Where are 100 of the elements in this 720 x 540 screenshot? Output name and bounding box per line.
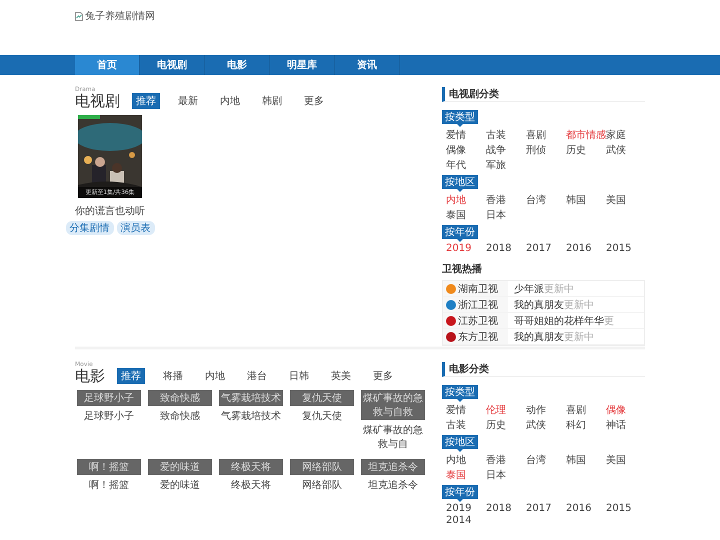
filter-link[interactable]: 泰国 bbox=[446, 468, 486, 482]
filter-link[interactable]: 神话 bbox=[606, 418, 646, 432]
filter-link[interactable]: 2014 bbox=[446, 515, 486, 526]
filter-link[interactable]: 香港 bbox=[486, 453, 526, 467]
broken-image[interactable]: 终极天将 bbox=[219, 459, 283, 475]
filter-link[interactable]: 爱情 bbox=[446, 403, 486, 417]
section-tab[interactable]: 内地 bbox=[216, 93, 244, 109]
section-tab[interactable]: 更多 bbox=[369, 368, 397, 384]
movie-title[interactable]: 煤矿事故的急救与自 bbox=[359, 423, 427, 451]
filter-link[interactable]: 爱情 bbox=[446, 128, 486, 142]
filter-link[interactable]: 2017 bbox=[526, 243, 566, 254]
site-logo[interactable]: 兔子养殖剧情网 bbox=[75, 9, 155, 23]
movie-title[interactable]: 致命快感 bbox=[160, 409, 200, 423]
filter-link[interactable]: 2015 bbox=[606, 503, 646, 514]
filter-link[interactable]: 喜剧 bbox=[566, 403, 606, 417]
section-tab[interactable]: 英美 bbox=[327, 368, 355, 384]
filter-link[interactable]: 古装 bbox=[486, 128, 526, 142]
movie-title[interactable]: 网络部队 bbox=[302, 478, 342, 492]
broken-image[interactable]: 爱的味道 bbox=[148, 459, 212, 475]
nav-tab[interactable]: 首页 bbox=[75, 55, 140, 75]
filter-link[interactable]: 都市情感 bbox=[566, 128, 606, 142]
filter-link[interactable]: 军旅 bbox=[486, 158, 526, 172]
section-tab[interactable]: 最新 bbox=[174, 93, 202, 109]
section-tab[interactable]: 更多 bbox=[300, 93, 328, 109]
filter-link[interactable]: 2016 bbox=[566, 503, 606, 514]
filter-link[interactable]: 台湾 bbox=[526, 453, 566, 467]
nav-tab[interactable]: 明星库 bbox=[270, 55, 335, 75]
movie-title[interactable]: 啊！摇篮 bbox=[89, 478, 129, 492]
section-tab[interactable]: 韩剧 bbox=[258, 93, 286, 109]
movie-title[interactable]: 复仇天使 bbox=[302, 409, 342, 423]
broken-image[interactable]: 煤矿事故的急救与自救 bbox=[361, 390, 425, 420]
show-link[interactable]: 演员表 bbox=[116, 221, 154, 235]
show-link[interactable]: 我的真朋友更新中 bbox=[508, 298, 594, 312]
section-tab[interactable]: 港台 bbox=[243, 368, 271, 384]
broken-image-icon bbox=[75, 12, 83, 20]
filter-link[interactable]: 古装 bbox=[446, 418, 486, 432]
filter-link[interactable]: 2015 bbox=[606, 243, 646, 254]
section-tab[interactable]: 推荐 bbox=[132, 93, 160, 109]
filter-link[interactable]: 2018 bbox=[486, 503, 526, 514]
filter-link[interactable]: 年代 bbox=[446, 158, 486, 172]
filter-link[interactable]: 韩国 bbox=[566, 193, 606, 207]
movie-title[interactable]: 气雾栽培技术 bbox=[221, 409, 281, 423]
broken-image[interactable]: 气雾栽培技术 bbox=[219, 390, 283, 406]
broken-image[interactable]: 致命快感 bbox=[148, 390, 212, 406]
filter-link[interactable]: 家庭 bbox=[606, 128, 646, 142]
filter-label: 按类型 bbox=[442, 110, 478, 124]
filter-link[interactable]: 韩国 bbox=[566, 453, 606, 467]
nav-tab[interactable]: 电视剧 bbox=[140, 55, 205, 75]
filter-link[interactable]: 2016 bbox=[566, 243, 606, 254]
show-title[interactable]: 你的谎言也动听 bbox=[75, 204, 145, 218]
filter-link[interactable]: 内地 bbox=[446, 453, 486, 467]
show-link[interactable]: 少年派更新中 bbox=[508, 282, 574, 296]
filter-link[interactable]: 伦理 bbox=[486, 403, 526, 417]
sidebar-title: 电影分类 bbox=[442, 362, 645, 377]
filter-link[interactable]: 内地 bbox=[446, 193, 486, 207]
movie-title[interactable]: 足球野小子 bbox=[84, 409, 134, 423]
movie-title[interactable]: 坦克追杀令 bbox=[368, 478, 418, 492]
filter-link[interactable]: 武侠 bbox=[526, 418, 566, 432]
section-tab[interactable]: 将播 bbox=[159, 368, 187, 384]
nav-tab[interactable]: 电影 bbox=[205, 55, 270, 75]
filter-link[interactable]: 刑侦 bbox=[526, 143, 566, 157]
show-link[interactable]: 我的真朋友更新中 bbox=[508, 330, 594, 344]
broken-image[interactable]: 网络部队 bbox=[290, 459, 354, 475]
filter-link[interactable]: 日本 bbox=[486, 468, 526, 482]
filter-label: 按年份 bbox=[442, 225, 478, 239]
filter-link[interactable]: 美国 bbox=[606, 193, 646, 207]
filter-link[interactable]: 武侠 bbox=[606, 143, 646, 157]
filter-link[interactable]: 日本 bbox=[486, 208, 526, 222]
filter-link[interactable]: 历史 bbox=[566, 143, 606, 157]
filter-link[interactable]: 泰国 bbox=[446, 208, 486, 222]
filter-link[interactable]: 科幻 bbox=[566, 418, 606, 432]
section-tab[interactable]: 日韩 bbox=[285, 368, 313, 384]
filter-link[interactable]: 喜剧 bbox=[526, 128, 566, 142]
broken-image[interactable]: 坦克追杀令 bbox=[361, 459, 425, 475]
broken-image[interactable]: 啊！摇篮 bbox=[77, 459, 141, 475]
show-link[interactable]: 分集剧情 bbox=[66, 221, 114, 235]
filter-link[interactable]: 2019 bbox=[446, 243, 486, 254]
filter-link[interactable]: 台湾 bbox=[526, 193, 566, 207]
filter-label: 按年份 bbox=[442, 485, 478, 499]
show-link[interactable]: 哥哥姐姐的花样年华更 bbox=[508, 314, 614, 328]
filter-link[interactable]: 战争 bbox=[486, 143, 526, 157]
filter-link[interactable]: 动作 bbox=[526, 403, 566, 417]
filter-link[interactable]: 2017 bbox=[526, 503, 566, 514]
nav-tab[interactable]: 资讯 bbox=[335, 55, 400, 75]
filter-link[interactable]: 2019 bbox=[446, 503, 486, 514]
broken-image[interactable]: 足球野小子 bbox=[77, 390, 141, 406]
filter-link[interactable]: 香港 bbox=[486, 193, 526, 207]
section-title: 电视剧 bbox=[75, 93, 120, 109]
filter-link[interactable]: 2018 bbox=[486, 243, 526, 254]
broken-image[interactable]: 复仇天使 bbox=[290, 390, 354, 406]
filter-link[interactable]: 偶像 bbox=[606, 403, 646, 417]
movie-title[interactable]: 爱的味道 bbox=[160, 478, 200, 492]
movie-title[interactable]: 终极天将 bbox=[231, 478, 271, 492]
section-tab[interactable]: 推荐 bbox=[117, 368, 145, 384]
hot-title: 卫视热播 bbox=[442, 262, 483, 276]
filter-link[interactable]: 偶像 bbox=[446, 143, 486, 157]
filter-link[interactable]: 美国 bbox=[606, 453, 646, 467]
section-tab[interactable]: 内地 bbox=[201, 368, 229, 384]
sidebar-title: 电视剧分类 bbox=[442, 87, 645, 102]
filter-link[interactable]: 历史 bbox=[486, 418, 526, 432]
